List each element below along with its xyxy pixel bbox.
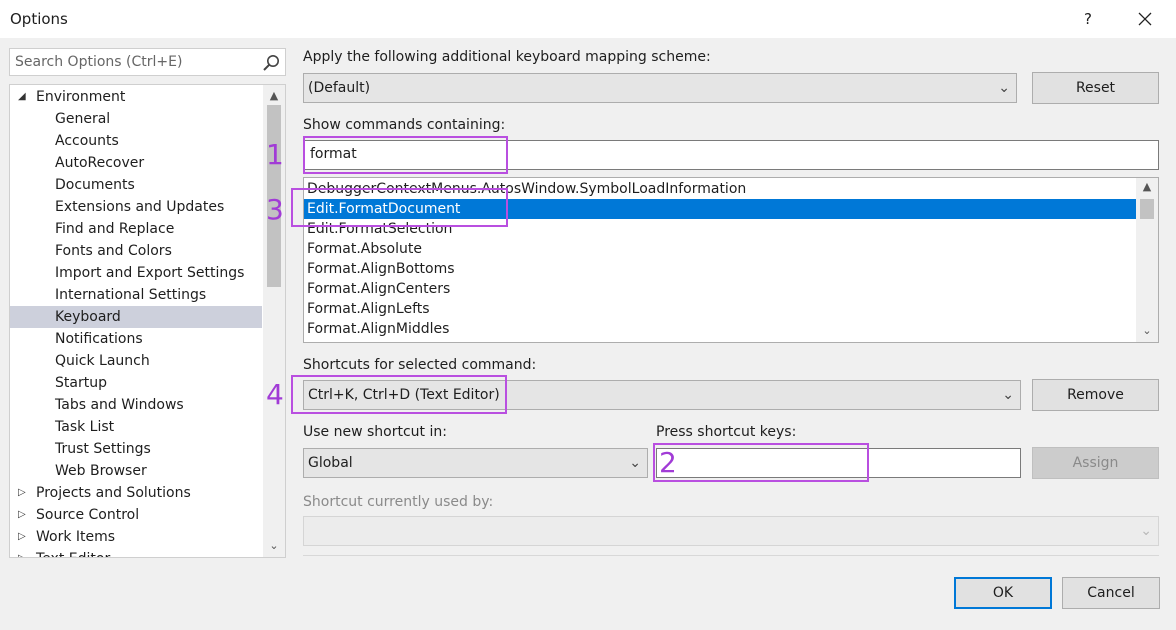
tree-item[interactable]: Web Browser (10, 460, 262, 482)
search-icon[interactable] (261, 53, 281, 73)
tree-item[interactable]: Find and Replace (10, 218, 262, 240)
tree-item-label: Quick Launch (55, 353, 150, 369)
options-tree[interactable]: ◢ Environment General Accounts AutoRecover Do… (9, 84, 286, 558)
scroll-up-icon[interactable]: ▲ (263, 87, 285, 105)
command-list-item[interactable]: Format.AlignLefts (304, 299, 1139, 319)
shortcut-used-by-combo[interactable]: ⌄ (303, 516, 1159, 546)
annotation-box-3 (291, 188, 508, 227)
tree-item[interactable]: ▷ Projects and Solutions (10, 482, 262, 504)
tree-item-label: Web Browser (55, 463, 147, 479)
collapsed-arrow-icon[interactable]: ▷ (18, 548, 26, 557)
mapping-scheme-value: (Default) (308, 80, 371, 96)
tree-item[interactable]: Import and Export Settings (10, 262, 262, 284)
commands-scroll-thumb[interactable] (1140, 199, 1154, 219)
tree-item[interactable]: Startup (10, 372, 262, 394)
collapsed-arrow-icon[interactable]: ▷ (18, 482, 26, 504)
expanded-arrow-icon[interactable]: ◢ (18, 86, 26, 108)
tree-item-label: Documents (55, 177, 135, 193)
scroll-down-icon[interactable]: ⌄ (263, 537, 285, 555)
scroll-down-icon[interactable]: ⌄ (1136, 322, 1158, 340)
window-title: Options (10, 10, 68, 28)
tree-item-label: Fonts and Colors (55, 243, 172, 259)
tree-item-label: Notifications (55, 331, 143, 347)
tree-item-label: Work Items (36, 529, 116, 545)
mapping-scheme-combo[interactable]: (Default) ⌄ (303, 73, 1017, 103)
chevron-down-icon: ⌄ (1002, 387, 1014, 403)
search-box[interactable] (9, 48, 286, 76)
tree-item[interactable]: Tabs and Windows (10, 394, 262, 416)
shortcuts-label: Shortcuts for selected command: (303, 357, 537, 373)
tree-item-label: Accounts (55, 133, 119, 149)
tree-item[interactable]: Task List (10, 416, 262, 438)
tree-item[interactable]: General (10, 108, 262, 130)
command-list-item[interactable]: Format.AlignMiddles (304, 319, 1139, 339)
tree-item[interactable]: ▷ Text Editor (10, 548, 262, 557)
remove-button[interactable]: Remove (1032, 379, 1159, 411)
annotation-box-1 (303, 136, 508, 174)
tree-item-label: Task List (55, 419, 115, 435)
scroll-up-icon[interactable]: ▲ (1136, 178, 1158, 196)
commands-filter-label: Show commands containing: (303, 117, 506, 133)
annotation-number-2: 2 (659, 446, 677, 479)
chevron-down-icon: ⌄ (629, 455, 641, 471)
tree-item[interactable]: AutoRecover (10, 152, 262, 174)
tree-item-label: General (55, 111, 111, 127)
annotation-box-2 (653, 443, 869, 482)
close-button[interactable] (1122, 0, 1168, 38)
footer-divider (303, 555, 1159, 556)
tree-item-label: Import and Export Settings (55, 265, 245, 281)
tree-item-label: Tabs and Windows (55, 397, 184, 413)
annotation-box-4 (291, 375, 507, 414)
shortcut-used-by-label: Shortcut currently used by: (303, 494, 494, 510)
annotation-number-3: 3 (266, 193, 284, 226)
tree-item-label: Find and Replace (55, 221, 175, 237)
tree-item[interactable]: Keyboard (10, 306, 262, 328)
close-icon (1138, 12, 1152, 26)
tree-item[interactable]: Notifications (10, 328, 262, 350)
tree-item-label: Source Control (36, 507, 140, 523)
tree-item[interactable]: Documents (10, 174, 262, 196)
tree-item[interactable]: Quick Launch (10, 350, 262, 372)
tree-item-label: AutoRecover (55, 155, 145, 171)
tree-item-label: Extensions and Updates (55, 199, 225, 215)
tree-item[interactable]: Accounts (10, 130, 262, 152)
command-list-item[interactable]: Format.AlignCenters (304, 279, 1139, 299)
chevron-down-icon: ⌄ (1140, 523, 1152, 539)
commands-scrollbar[interactable]: ▲ ⌄ (1136, 178, 1158, 342)
tree-item[interactable]: Fonts and Colors (10, 240, 262, 262)
chevron-down-icon: ⌄ (998, 80, 1010, 96)
tree-item[interactable]: Extensions and Updates (10, 196, 262, 218)
assign-button[interactable]: Assign (1032, 447, 1159, 479)
tree-item-label: Environment (36, 89, 126, 105)
collapsed-arrow-icon[interactable]: ▷ (18, 526, 26, 548)
shortcut-scope-combo[interactable]: Global ⌄ (303, 448, 648, 478)
tree-item[interactable]: Trust Settings (10, 438, 262, 460)
collapsed-arrow-icon[interactable]: ▷ (18, 504, 26, 526)
ok-button[interactable]: OK (954, 577, 1052, 609)
mapping-label: Apply the following additional keyboard … (303, 49, 711, 65)
reset-button[interactable]: Reset (1032, 72, 1159, 104)
tree-item-label: International Settings (55, 287, 207, 303)
command-list-item[interactable]: Format.AlignBottoms (304, 259, 1139, 279)
annotation-number-4: 4 (266, 378, 284, 411)
tree-item-label: Projects and Solutions (36, 485, 191, 501)
tree-item[interactable]: ◢ Environment (10, 86, 262, 108)
shortcut-scope-value: Global (308, 455, 353, 471)
tree-item[interactable]: International Settings (10, 284, 262, 306)
command-list-item[interactable]: Format.Absolute (304, 239, 1139, 259)
press-shortcut-keys-label: Press shortcut keys: (656, 424, 797, 440)
tree-item-label: Keyboard (55, 309, 121, 325)
tree-item-label: Trust Settings (55, 441, 151, 457)
search-input[interactable] (15, 54, 255, 70)
use-shortcut-in-label: Use new shortcut in: (303, 424, 447, 440)
tree-item-label: Text Editor (36, 548, 110, 557)
tree-item[interactable]: ▷ Source Control (10, 504, 262, 526)
tree-item-label: Startup (55, 375, 107, 391)
cancel-button[interactable]: Cancel (1062, 577, 1160, 609)
title-bar (0, 0, 1176, 38)
tree-item[interactable]: ▷ Work Items (10, 526, 262, 548)
annotation-number-1: 1 (266, 138, 284, 171)
help-button[interactable]: ? (1066, 0, 1110, 38)
